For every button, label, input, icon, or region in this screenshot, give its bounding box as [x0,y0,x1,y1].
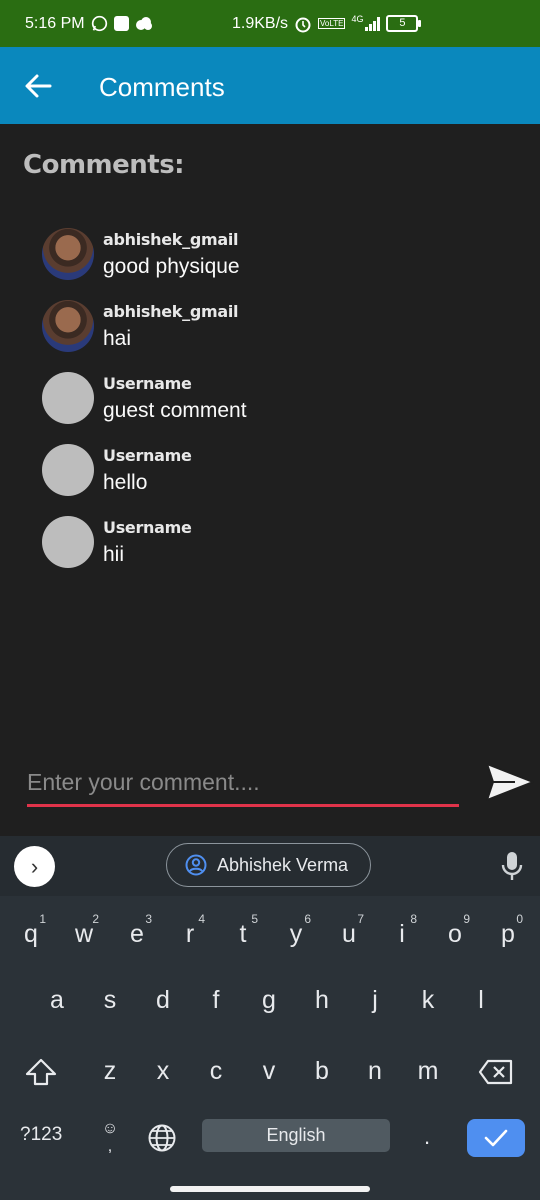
comment-username: abhishek_gmail [103,302,239,321]
key-x[interactable]: x [136,1041,190,1101]
emoji-icon: ☺ [101,1120,119,1137]
key-s[interactable]: s [83,970,137,1030]
expand-toolbar-button[interactable]: › [14,846,55,887]
signal-icon [365,16,381,31]
volte-badge: VoLTE [318,18,346,29]
comment-input[interactable] [27,764,459,807]
comment-text: hii [103,543,125,566]
comment-username: abhishek_gmail [103,230,239,249]
network-speed: 1.9KB/s [232,14,289,32]
key-m[interactable]: m [401,1041,455,1101]
battery-icon: 5 [386,15,422,32]
key-p[interactable]: p0 [481,904,535,964]
microphone-icon[interactable] [500,850,524,882]
comments-heading: Comments: [23,150,185,180]
key-u[interactable]: u7 [322,904,376,964]
comment-item: abhishek_gmail hai [42,300,512,372]
status-time: 5:16 PM [25,14,85,32]
enter-key[interactable] [467,1119,525,1157]
placeholder-avatar [42,372,94,424]
emoji-comma-key[interactable]: ☺ , [100,1118,120,1158]
app-bar: Comments [0,47,540,124]
comment-text: hai [103,327,132,350]
key-v[interactable]: v [242,1041,296,1101]
app-notification-icon [113,16,129,31]
key-l[interactable]: l [454,970,508,1030]
comment-username: Username [103,518,192,537]
comment-text: hello [103,471,148,494]
whatsapp-icon [91,15,107,32]
key-e[interactable]: e3 [110,904,164,964]
account-name: Abhishek Verma [217,854,349,875]
user-avatar [42,228,94,280]
key-t[interactable]: t5 [216,904,270,964]
key-j[interactable]: j [348,970,402,1030]
key-a[interactable]: a [30,970,84,1030]
comment-item: abhishek_gmail good physique [42,228,512,300]
key-w[interactable]: w2 [57,904,111,964]
key-g[interactable]: g [242,970,296,1030]
key-q[interactable]: q1 [4,904,58,964]
key-d[interactable]: d [136,970,190,1030]
shift-icon[interactable] [24,1057,58,1087]
key-f[interactable]: f [189,970,243,1030]
account-chip[interactable]: Abhishek Verma [166,843,371,887]
symbols-key[interactable]: ?123 [20,1124,62,1146]
comment-username: Username [103,446,192,465]
alarm-icon [295,17,311,32]
cloud-icon [135,17,152,30]
suggestion-bar: › Abhishek Verma [0,836,540,896]
key-o[interactable]: o9 [428,904,482,964]
comment-item: Username guest comment [42,372,512,444]
comment-username: Username [103,374,192,393]
back-arrow-icon[interactable] [24,73,52,99]
comment-item: Username hello [42,444,512,516]
key-h[interactable]: h [295,970,349,1030]
period-key[interactable]: . [424,1124,430,1150]
key-b[interactable]: b [295,1041,349,1101]
globe-icon[interactable] [147,1123,177,1153]
key-y[interactable]: y6 [269,904,323,964]
network-type: 4G [351,13,364,24]
status-bar: 5:16 PM 1.9KB/s VoLTE 4G 5 [0,0,540,47]
page-title: Comments [99,72,225,102]
user-avatar [42,300,94,352]
chevron-right-icon: › [30,853,39,879]
key-n[interactable]: n [348,1041,402,1101]
comment-text: good physique [103,255,240,278]
checkmark-icon [484,1129,508,1147]
gesture-nav-handle[interactable] [170,1186,370,1192]
key-z[interactable]: z [83,1041,137,1101]
key-c[interactable]: c [189,1041,243,1101]
key-k[interactable]: k [401,970,455,1030]
soft-keyboard: › Abhishek Verma q1 w2 e3 r4 t5 y6 u7 i8… [0,836,540,1200]
key-i[interactable]: i8 [375,904,429,964]
comment-text: guest comment [103,399,247,422]
placeholder-avatar [42,516,94,568]
send-icon[interactable] [485,760,535,804]
account-icon [185,854,207,876]
comment-list: abhishek_gmail good physique abhishek_gm… [42,228,512,588]
backspace-icon[interactable] [478,1059,514,1085]
key-r[interactable]: r4 [163,904,217,964]
comment-item: Username hii [42,516,512,588]
space-key[interactable]: English [202,1119,390,1152]
placeholder-avatar [42,444,94,496]
